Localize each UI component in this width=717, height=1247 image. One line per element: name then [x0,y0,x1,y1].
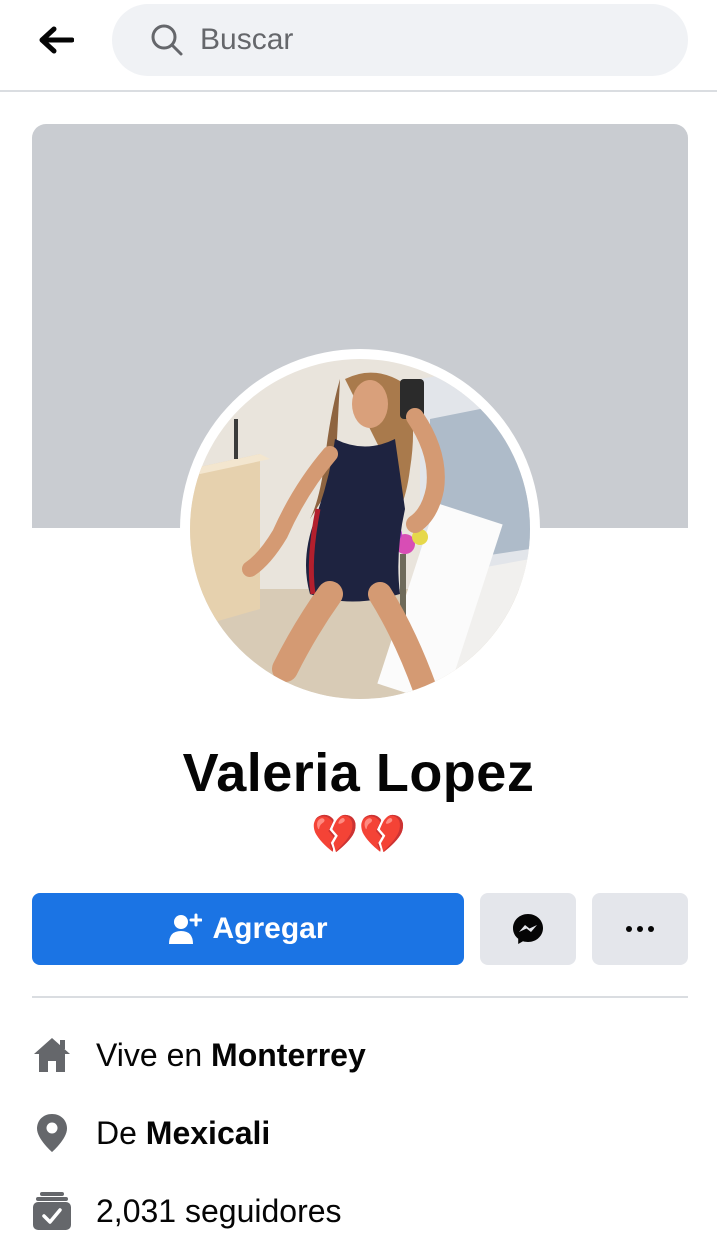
search-bar[interactable] [112,4,688,76]
profile-picture[interactable] [190,359,530,699]
home-icon [32,1035,72,1075]
more-options-button[interactable] [592,893,688,965]
arrow-left-icon [38,25,74,55]
followers-count: 2,031 seguidores [96,1192,342,1229]
intro-followers[interactable]: 2,031 seguidores [32,1187,688,1235]
add-friend-button[interactable]: Agregar [32,893,464,965]
intro-from: De Mexicali [32,1109,688,1157]
top-bar [0,0,717,92]
location-pin-icon [32,1113,72,1153]
followers-icon [32,1191,72,1231]
from-city[interactable]: Mexicali [146,1115,271,1151]
add-friend-label: Agregar [212,912,328,945]
profile-picture-image [190,359,530,699]
messenger-icon [511,912,545,946]
profile-bio: 💔💔 [311,814,406,856]
from-prefix: De [96,1114,146,1151]
add-friend-icon [168,913,203,945]
lives-in-city[interactable]: Monterrey [211,1037,366,1073]
search-input[interactable] [198,22,688,58]
message-button[interactable] [480,893,576,965]
profile-name: Valeria Lopez [182,743,535,803]
section-divider [32,996,688,998]
more-dots-icon [625,925,655,933]
lives-in-prefix: Vive en [96,1036,212,1073]
back-button[interactable] [30,20,82,60]
search-icon [150,23,184,57]
intro-lives-in: Vive en Monterrey [32,1031,688,1079]
